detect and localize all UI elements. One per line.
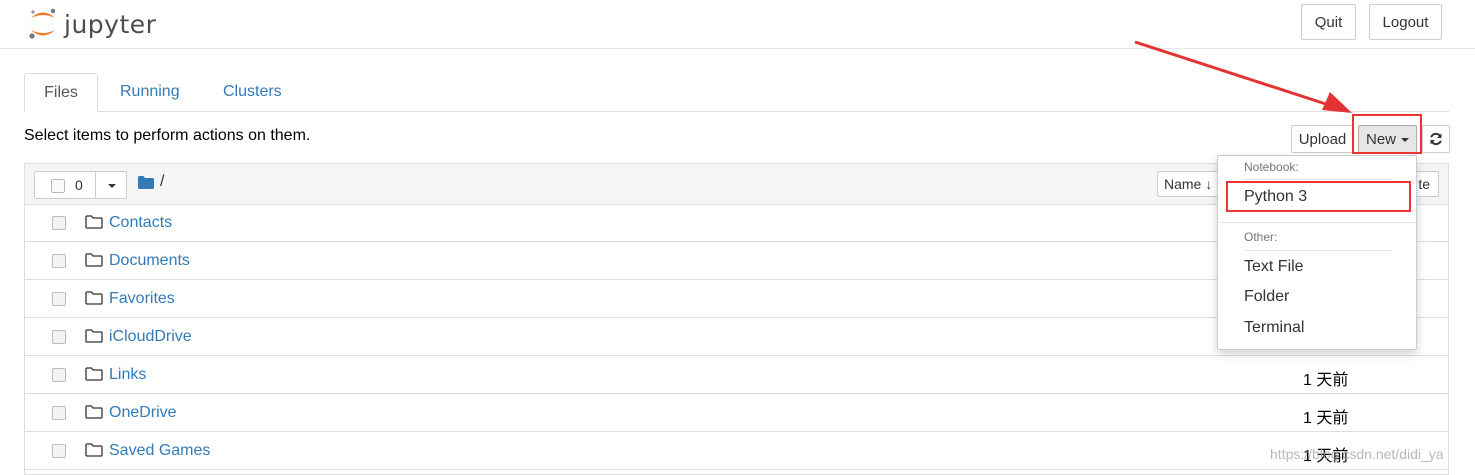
file-row[interactable]: Links 1 天前 <box>25 356 1448 394</box>
refresh-button[interactable] <box>1422 125 1450 153</box>
folder-outline-icon <box>85 405 103 419</box>
folder-outline-icon <box>85 367 103 381</box>
folder-outline-icon <box>85 215 103 229</box>
folder-outline-icon <box>85 443 103 457</box>
menu-divider <box>1218 222 1416 223</box>
tab-files[interactable]: Files <box>24 73 98 112</box>
file-name-link[interactable]: iCloudDrive <box>109 328 192 346</box>
file-name-link[interactable]: Documents <box>109 252 190 270</box>
jupyter-logo[interactable]: jupyter <box>28 4 156 44</box>
file-modified-time: 1 天前 <box>1303 410 1349 427</box>
menu-divider <box>1244 179 1392 180</box>
file-name-link[interactable]: Contacts <box>109 214 172 232</box>
menu-item-text-file[interactable]: Text File <box>1244 258 1304 276</box>
breadcrumb-root[interactable]: / <box>160 173 164 191</box>
menu-divider <box>1244 250 1392 251</box>
new-button-highlight-box <box>1352 114 1422 154</box>
file-name-link[interactable]: Favorites <box>109 290 175 308</box>
file-row[interactable]: Saved Games 1 天前 <box>25 432 1448 470</box>
sort-name-label: Name <box>1164 176 1202 192</box>
menu-header-other: Other: <box>1244 230 1278 244</box>
sort-by-name-button[interactable]: Name ↓ <box>1157 171 1223 197</box>
file-name-link[interactable]: OneDrive <box>109 404 177 422</box>
file-modified-time: 1 天前 <box>1303 372 1349 389</box>
refresh-icon <box>1430 132 1442 146</box>
row-checkbox[interactable] <box>52 444 66 458</box>
tab-running[interactable]: Running <box>120 73 180 111</box>
select-all-checkbox[interactable] <box>51 179 65 193</box>
row-checkbox[interactable] <box>52 330 66 344</box>
arrow-down-icon: ↓ <box>1205 176 1213 192</box>
selected-count: 0 <box>75 177 83 193</box>
logout-button[interactable]: Logout <box>1369 4 1442 40</box>
sort-modified-label: te <box>1418 176 1430 192</box>
folder-outline-icon <box>85 291 103 305</box>
upload-button[interactable]: Upload <box>1291 125 1354 153</box>
folder-outline-icon <box>85 253 103 267</box>
watermark-text: https://blog.csdn.net/didi_ya <box>1270 446 1444 462</box>
instructions-text: Select items to perform actions on them. <box>24 127 311 144</box>
tab-clusters[interactable]: Clusters <box>223 73 282 111</box>
file-name-link[interactable]: Links <box>109 366 146 384</box>
row-checkbox[interactable] <box>52 368 66 382</box>
select-dropdown-button[interactable] <box>95 172 127 198</box>
row-checkbox[interactable] <box>52 292 66 306</box>
python3-highlight-box <box>1226 181 1411 212</box>
file-row[interactable]: OneDrive 1 天前 <box>25 394 1448 432</box>
menu-item-folder[interactable]: Folder <box>1244 288 1289 306</box>
menu-item-terminal[interactable]: Terminal <box>1244 319 1304 337</box>
row-checkbox[interactable] <box>52 406 66 420</box>
file-name-link[interactable]: Saved Games <box>109 442 210 460</box>
header-bar: jupyter Quit Logout <box>0 0 1475 49</box>
caret-down-icon <box>107 184 116 188</box>
folder-icon[interactable] <box>138 176 154 189</box>
logo-text: jupyter <box>64 9 157 39</box>
menu-header-notebook: Notebook: <box>1244 160 1299 174</box>
row-checkbox[interactable] <box>52 216 66 230</box>
select-all-group[interactable]: 0 <box>34 171 127 199</box>
row-checkbox[interactable] <box>52 254 66 268</box>
quit-button[interactable]: Quit <box>1301 4 1356 40</box>
jupyter-logo-icon <box>29 8 56 39</box>
main-tabs: Files Running Clusters <box>24 73 1449 112</box>
folder-outline-icon <box>85 329 103 343</box>
